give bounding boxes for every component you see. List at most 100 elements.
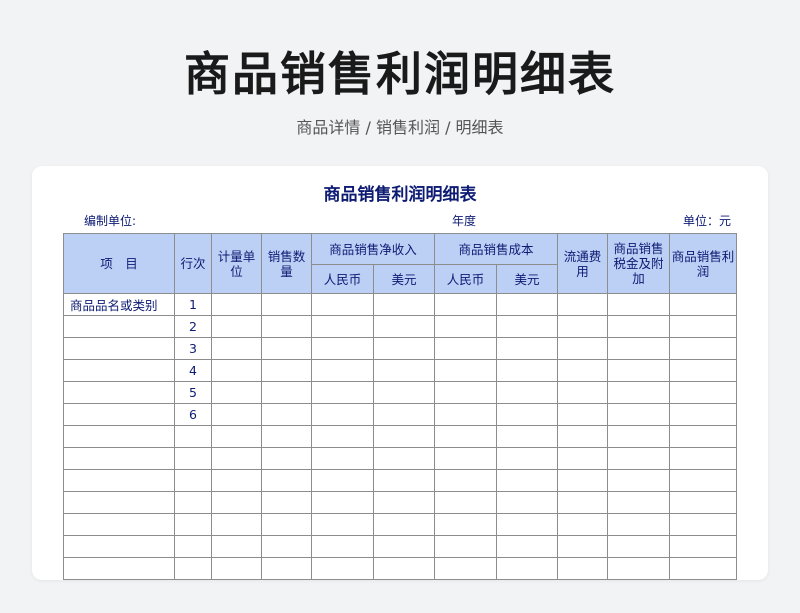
table-cell[interactable] <box>261 469 312 492</box>
table-cell[interactable] <box>311 535 374 558</box>
cell-row-no[interactable]: 3 <box>174 337 212 360</box>
table-cell[interactable] <box>372 491 436 514</box>
table-cell[interactable] <box>607 403 671 426</box>
cell-item[interactable] <box>63 513 175 536</box>
table-cell[interactable] <box>311 315 374 338</box>
table-cell[interactable] <box>607 337 671 360</box>
table-cell[interactable] <box>261 513 312 536</box>
cell-row-no[interactable] <box>174 469 212 492</box>
cell-row-no[interactable] <box>174 425 212 448</box>
table-cell[interactable] <box>669 469 738 492</box>
cell-row-no[interactable]: 1 <box>174 293 212 316</box>
table-cell[interactable] <box>211 293 262 316</box>
table-cell[interactable] <box>669 359 738 382</box>
table-cell[interactable] <box>607 447 671 470</box>
table-cell[interactable] <box>434 447 498 470</box>
table-cell[interactable] <box>669 535 738 558</box>
table-cell[interactable] <box>557 469 609 492</box>
table-cell[interactable] <box>261 293 312 316</box>
cell-item[interactable] <box>63 403 175 426</box>
table-cell[interactable] <box>311 359 374 382</box>
table-cell[interactable] <box>607 491 671 514</box>
table-cell[interactable] <box>557 447 609 470</box>
table-cell[interactable] <box>372 513 436 536</box>
table-cell[interactable] <box>311 491 374 514</box>
table-cell[interactable] <box>311 425 374 448</box>
table-cell[interactable] <box>311 447 374 470</box>
cell-item[interactable] <box>63 315 175 338</box>
table-cell[interactable] <box>372 293 436 316</box>
table-cell[interactable] <box>372 359 436 382</box>
cell-item[interactable] <box>63 381 175 404</box>
table-cell[interactable] <box>496 447 559 470</box>
cell-row-no[interactable] <box>174 579 212 580</box>
cell-row-no[interactable]: 2 <box>174 315 212 338</box>
table-cell[interactable] <box>557 337 609 360</box>
table-cell[interactable] <box>557 491 609 514</box>
table-cell[interactable] <box>607 579 671 580</box>
table-cell[interactable] <box>261 557 312 580</box>
table-cell[interactable] <box>669 381 738 404</box>
table-cell[interactable] <box>211 557 262 580</box>
table-cell[interactable] <box>211 403 262 426</box>
table-cell[interactable] <box>211 425 262 448</box>
table-cell[interactable] <box>434 469 498 492</box>
table-cell[interactable] <box>434 359 498 382</box>
table-cell[interactable] <box>261 535 312 558</box>
table-cell[interactable] <box>496 425 559 448</box>
table-cell[interactable] <box>557 513 609 536</box>
table-cell[interactable] <box>261 315 312 338</box>
table-cell[interactable] <box>434 557 498 580</box>
table-cell[interactable] <box>557 315 609 338</box>
table-cell[interactable] <box>557 557 609 580</box>
table-cell[interactable] <box>372 447 436 470</box>
table-cell[interactable] <box>311 293 374 316</box>
cell-row-no[interactable] <box>174 535 212 558</box>
table-cell[interactable] <box>607 513 671 536</box>
table-cell[interactable] <box>434 403 498 426</box>
table-cell[interactable] <box>669 447 738 470</box>
table-cell[interactable] <box>434 425 498 448</box>
table-cell[interactable] <box>496 315 559 338</box>
table-cell[interactable] <box>557 579 609 580</box>
table-cell[interactable] <box>496 557 559 580</box>
cell-item[interactable] <box>63 447 175 470</box>
cell-item[interactable] <box>63 337 175 360</box>
table-cell[interactable] <box>434 513 498 536</box>
table-cell[interactable] <box>211 337 262 360</box>
table-cell[interactable] <box>607 535 671 558</box>
table-cell[interactable] <box>372 425 436 448</box>
cell-item[interactable] <box>63 469 175 492</box>
table-cell[interactable] <box>496 381 559 404</box>
cell-row-no[interactable]: 5 <box>174 381 212 404</box>
table-cell[interactable] <box>311 381 374 404</box>
cell-item[interactable]: 商品品名或类别 <box>63 293 175 316</box>
table-cell[interactable] <box>669 293 738 316</box>
table-cell[interactable] <box>434 381 498 404</box>
table-cell[interactable] <box>372 381 436 404</box>
table-cell[interactable] <box>372 403 436 426</box>
table-cell[interactable] <box>211 491 262 514</box>
table-cell[interactable] <box>607 557 671 580</box>
cell-item[interactable] <box>63 425 175 448</box>
table-cell[interactable] <box>434 491 498 514</box>
table-cell[interactable] <box>496 513 559 536</box>
cell-row-no[interactable]: 6 <box>174 403 212 426</box>
table-cell[interactable] <box>557 293 609 316</box>
table-cell[interactable] <box>211 513 262 536</box>
table-cell[interactable] <box>261 447 312 470</box>
table-cell[interactable] <box>211 359 262 382</box>
table-cell[interactable] <box>434 293 498 316</box>
table-cell[interactable] <box>607 425 671 448</box>
table-cell[interactable] <box>261 403 312 426</box>
cell-item[interactable] <box>63 535 175 558</box>
cell-item[interactable] <box>63 557 175 580</box>
table-cell[interactable] <box>669 425 738 448</box>
table-cell[interactable] <box>496 579 559 580</box>
table-cell[interactable] <box>669 557 738 580</box>
table-cell[interactable] <box>372 579 436 580</box>
table-cell[interactable] <box>607 359 671 382</box>
table-cell[interactable] <box>669 315 738 338</box>
table-cell[interactable] <box>261 381 312 404</box>
table-cell[interactable] <box>669 337 738 360</box>
